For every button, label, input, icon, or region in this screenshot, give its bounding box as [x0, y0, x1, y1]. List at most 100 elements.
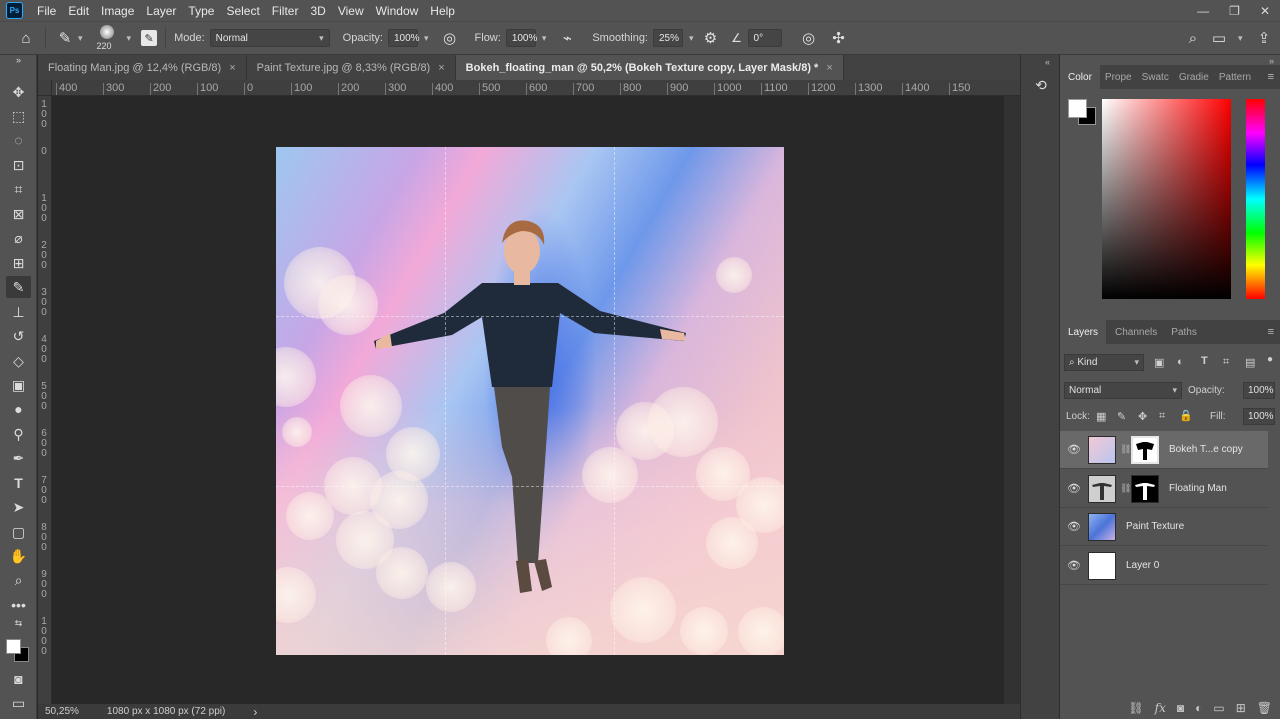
trash-icon[interactable]: 🗑 — [1257, 701, 1272, 715]
visibility-eye-icon[interactable]: 👁 — [1060, 482, 1088, 495]
brush-preset-picker[interactable]: 220 — [91, 23, 125, 53]
zoom-level[interactable]: 50,25% — [45, 706, 79, 717]
filter-toggle-icon[interactable]: ● — [1267, 354, 1273, 365]
brush-tool-icon[interactable]: ✎ — [6, 276, 31, 298]
lock-artboard-icon[interactable]: ⌗ — [1159, 410, 1165, 423]
opacity-input[interactable]: 100% — [388, 29, 420, 47]
close-icon[interactable]: ✕ — [1260, 4, 1270, 18]
add-mask-icon[interactable]: ◙ — [1177, 701, 1184, 715]
link-chain-icon[interactable]: ⛓ — [1120, 483, 1131, 494]
guide-line[interactable] — [445, 147, 446, 655]
angle-input[interactable]: 0° — [747, 29, 782, 47]
lock-pixels-icon[interactable]: ✎ — [1117, 410, 1126, 423]
chevron-down-icon[interactable]: ▾ — [127, 33, 132, 44]
symmetry-icon[interactable]: ✣ — [828, 27, 850, 49]
menu-select[interactable]: Select — [220, 4, 265, 18]
layer-style-fx-icon[interactable]: fx — [1155, 701, 1166, 715]
horizontal-ruler[interactable]: 400 300 200 100 0 100 200 300 400 500 600 700 800 900… — [52, 80, 1020, 96]
eraser-tool-icon[interactable]: ◇ — [6, 350, 31, 372]
tab-swatches[interactable]: Swatc — [1137, 72, 1174, 83]
visibility-eye-icon[interactable]: 👁 — [1060, 443, 1088, 456]
chevron-down-icon[interactable]: ▾ — [424, 33, 429, 44]
filter-shape-icon[interactable]: ⌗ — [1223, 356, 1229, 369]
filter-pixel-icon[interactable]: ▣ — [1154, 356, 1164, 369]
document-canvas[interactable] — [276, 147, 784, 655]
quick-selection-tool-icon[interactable]: ⊡ — [6, 154, 31, 176]
tab-patterns[interactable]: Pattern — [1214, 72, 1256, 83]
visibility-eye-icon[interactable]: 👁 — [1060, 520, 1088, 533]
lasso-tool-icon[interactable]: ◌ — [6, 129, 31, 151]
layer-row-layer-0[interactable]: 👁 Layer 0 — [1060, 547, 1268, 585]
airbrush-icon[interactable]: ⌁ — [556, 27, 578, 49]
lock-all-icon[interactable]: 🔒 — [1179, 409, 1193, 422]
restore-icon[interactable]: ❐ — [1229, 4, 1240, 18]
foreground-color-swatch[interactable] — [6, 639, 21, 654]
home-icon[interactable]: ⌂ — [15, 27, 37, 49]
filter-smart-object-icon[interactable]: ▤ — [1245, 356, 1255, 369]
zoom-tool-icon[interactable]: ⌕ — [6, 569, 31, 591]
menu-file[interactable]: File — [31, 4, 62, 18]
color-foreground-swatch[interactable] — [1068, 99, 1087, 118]
history-brush-tool-icon[interactable]: ↺ — [6, 325, 31, 347]
brush-tool-icon[interactable]: ✎ — [54, 27, 76, 49]
tab-paint-texture[interactable]: Paint Texture.jpg @ 8,33% (RGB/8) × — [247, 55, 456, 80]
search-icon[interactable]: ⌕ — [1182, 27, 1204, 49]
tab-floating-man[interactable]: Floating Man.jpg @ 12,4% (RGB/8) × — [38, 55, 247, 80]
swap-colors-icon[interactable]: ⇆ — [6, 617, 31, 629]
dodge-tool-icon[interactable]: ⚲ — [6, 423, 31, 445]
layer-row-paint-texture[interactable]: 👁 Paint Texture — [1060, 508, 1268, 546]
menu-3d[interactable]: 3D — [304, 4, 331, 18]
panel-menu-icon[interactable]: ≡ — [1268, 326, 1274, 338]
tab-channels[interactable]: Channels — [1110, 327, 1162, 338]
photoshop-logo-icon[interactable]: Ps — [6, 2, 23, 19]
close-icon[interactable]: × — [438, 62, 444, 74]
filter-type-icon[interactable]: T — [1201, 355, 1208, 367]
menu-type[interactable]: Type — [182, 4, 220, 18]
chevron-down-icon[interactable]: ▾ — [542, 33, 547, 44]
share-icon[interactable]: ⇪ — [1253, 27, 1275, 49]
layer-filter-select[interactable]: ⌕ Kind ▾ — [1064, 354, 1144, 371]
layer-row-bokeh-texture-copy[interactable]: 👁 ⛓ Bokeh T...e copy — [1060, 431, 1268, 469]
chevron-down-icon[interactable]: ▾ — [689, 33, 694, 44]
rectangle-tool-icon[interactable]: ▢ — [6, 521, 31, 543]
clone-stamp-tool-icon[interactable]: ⊥ — [6, 301, 31, 323]
tab-properties[interactable]: Prope — [1100, 72, 1137, 83]
close-icon[interactable]: × — [229, 62, 235, 74]
pressure-opacity-icon[interactable]: ◎ — [439, 27, 461, 49]
pen-tool-icon[interactable]: ✒ — [6, 447, 31, 469]
layer-mask-thumbnail[interactable] — [1131, 435, 1159, 464]
gear-icon[interactable]: ⚙ — [700, 27, 722, 49]
close-icon[interactable]: × — [826, 62, 832, 74]
menu-image[interactable]: Image — [95, 4, 140, 18]
layer-mask-thumbnail[interactable] — [1131, 474, 1159, 503]
layer-opacity-input[interactable]: 100% — [1243, 382, 1275, 399]
brush-settings-icon[interactable]: ✎ — [141, 30, 158, 46]
new-group-icon[interactable]: ▭ — [1213, 701, 1224, 715]
layer-fill-input[interactable]: 100% — [1243, 408, 1275, 425]
menu-help[interactable]: Help — [424, 4, 461, 18]
minimize-icon[interactable]: — — [1197, 4, 1209, 18]
guide-line[interactable] — [276, 486, 784, 487]
color-saturation-field[interactable] — [1102, 99, 1231, 299]
link-layers-icon[interactable]: ⛓ — [1128, 701, 1143, 715]
path-selection-tool-icon[interactable]: ➤ — [6, 496, 31, 518]
type-tool-icon[interactable]: T — [6, 472, 31, 494]
vertical-ruler[interactable]: 100 0 100 200 300 400 500 600 700 800 900 1000 — [38, 96, 52, 704]
panel-menu-icon[interactable]: ≡ — [1268, 71, 1274, 83]
blend-mode-select[interactable]: Normal ▾ — [1064, 382, 1182, 399]
hand-tool-icon[interactable]: ✋ — [6, 545, 31, 567]
menu-view[interactable]: View — [332, 4, 370, 18]
menu-edit[interactable]: Edit — [62, 4, 95, 18]
gradient-tool-icon[interactable]: ▣ — [6, 374, 31, 396]
tab-layers[interactable]: Layers — [1060, 320, 1107, 344]
tab-color[interactable]: Color — [1060, 65, 1100, 89]
layer-row-floating-man[interactable]: 👁 ⛓ Floating Man — [1060, 470, 1268, 508]
adjustment-layer-icon[interactable]: ◐ — [1195, 701, 1202, 715]
panel-collapse-icon[interactable]: » — [6, 55, 31, 65]
frame-tool-icon[interactable]: ⊠ — [6, 203, 31, 225]
crop-tool-icon[interactable]: ⌗ — [6, 178, 31, 200]
menu-window[interactable]: Window — [370, 4, 425, 18]
tab-gradients[interactable]: Gradie — [1174, 72, 1214, 83]
workspace-icon[interactable]: ▭ — [1208, 27, 1230, 49]
panel-collapse-icon[interactable]: « — [1045, 57, 1050, 67]
